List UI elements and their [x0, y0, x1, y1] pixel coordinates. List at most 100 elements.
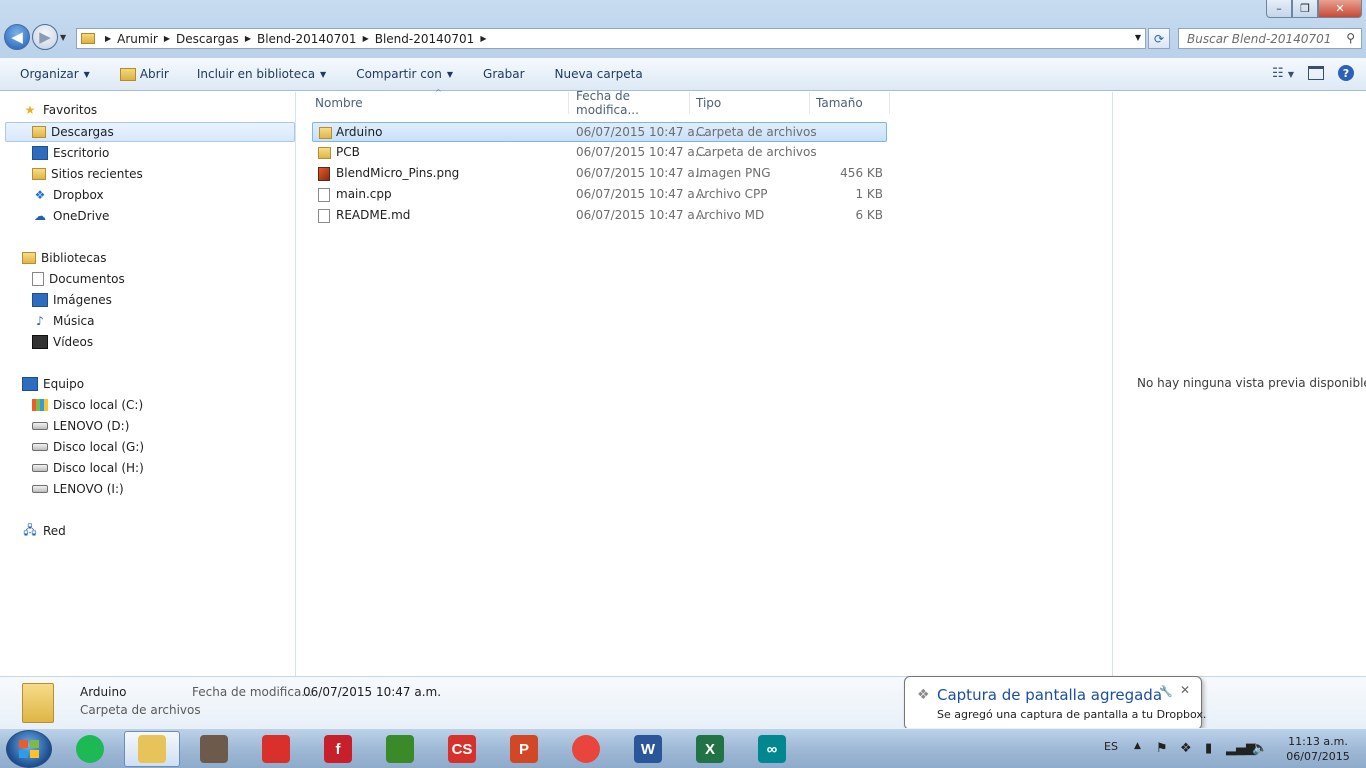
details-type: Carpeta de archivos: [80, 703, 201, 717]
sidebar-item-pictures[interactable]: Imágenes: [32, 290, 112, 310]
file-type: Carpeta de archivos: [696, 125, 817, 139]
clock[interactable]: 11:13 a.m. 06/07/2015: [1278, 734, 1358, 764]
music-icon: ♪: [36, 314, 44, 328]
show-hidden-icons-icon[interactable]: ▲: [1134, 741, 1141, 751]
sidebar-item-label: Música: [53, 314, 95, 328]
file-row-main-cpp[interactable]: main.cpp 06/07/2015 10:47 a... Archivo C…: [312, 185, 887, 205]
close-icon[interactable]: ✕: [1180, 683, 1190, 697]
battery-icon[interactable]: ▮: [1205, 741, 1212, 756]
breadcrumb-separator-icon[interactable]: ▶: [164, 34, 170, 43]
preview-pane-icon[interactable]: [1308, 66, 1324, 80]
open-button[interactable]: Abrir: [119, 67, 169, 81]
address-dropdown-icon[interactable]: ▼: [1135, 33, 1141, 42]
folder-icon: [319, 127, 332, 139]
file-name: BlendMicro_Pins.png: [336, 166, 460, 180]
sidebar-item-label: Disco local (H:): [53, 461, 144, 475]
dropbox-tray-icon[interactable]: ❖: [1180, 741, 1192, 756]
file-row-pcb[interactable]: PCB 06/07/2015 10:47 a... Carpeta de arc…: [312, 143, 887, 163]
language-indicator[interactable]: ES: [1104, 740, 1118, 753]
breadcrumb-separator-icon[interactable]: ▶: [245, 34, 251, 43]
videos-icon: [32, 335, 48, 349]
file-type: Carpeta de archivos: [696, 145, 817, 159]
sidebar-item-desktop[interactable]: Escritorio: [32, 143, 109, 163]
fritzing-taskbar-button[interactable]: f: [310, 731, 366, 767]
sidebar-item-drive-d[interactable]: LENOVO (D:): [32, 416, 129, 436]
action-center-flag-icon[interactable]: ⚑: [1156, 741, 1168, 756]
search-icon[interactable]: ⚲: [1346, 31, 1355, 45]
explorer-taskbar-button[interactable]: [124, 731, 180, 767]
back-button[interactable]: ◀: [4, 24, 30, 50]
sidebar-computer[interactable]: Equipo: [22, 374, 84, 394]
column-header-size[interactable]: Tamaño: [810, 92, 890, 114]
sidebar-libraries[interactable]: Bibliotecas: [22, 248, 106, 268]
volume-icon[interactable]: 🔈: [1252, 741, 1268, 756]
sidebar-item-downloads[interactable]: Descargas: [5, 122, 295, 142]
minimize-button[interactable]: –: [1266, 0, 1292, 18]
sidebar-item-drive-i[interactable]: LENOVO (I:): [32, 479, 124, 499]
breadcrumb-separator-icon[interactable]: ▶: [363, 34, 369, 43]
dropbox-notification[interactable]: ❖ Captura de pantalla agregada Se agregó…: [904, 676, 1206, 730]
gimp-taskbar-button[interactable]: [186, 731, 242, 767]
breadcrumb-separator-icon[interactable]: ▶: [105, 34, 111, 43]
recent-pages-dropdown-icon[interactable]: ▼: [60, 33, 66, 42]
onedrive-icon: ☁: [34, 209, 46, 223]
sidebar-item-videos[interactable]: Vídeos: [32, 332, 93, 352]
sidebar-item-documents[interactable]: Documentos: [32, 269, 125, 289]
share-with-button[interactable]: Compartir con ▼: [356, 67, 453, 81]
system-drive-icon: [32, 399, 48, 411]
spotify-taskbar-button[interactable]: [62, 731, 118, 767]
include-label: Incluir en biblioteca: [196, 67, 316, 81]
sidebar-item-drive-c[interactable]: Disco local (C:): [32, 395, 143, 415]
start-button[interactable]: [6, 730, 52, 768]
folder-open-icon: [119, 67, 136, 81]
sketchup-taskbar-button[interactable]: [248, 731, 304, 767]
chrome-taskbar-button[interactable]: [558, 731, 614, 767]
file-row-readme[interactable]: README.md 06/07/2015 10:47 a... Archivo …: [312, 206, 887, 226]
file-size: 1 KB: [855, 187, 883, 201]
file-row-blendmicro-pins[interactable]: BlendMicro_Pins.png 06/07/2015 10:47 a..…: [312, 164, 887, 184]
wrench-icon[interactable]: 🔧: [1159, 685, 1173, 698]
refresh-button[interactable]: ⟳: [1148, 28, 1170, 49]
folder-icon: [318, 147, 331, 159]
burn-button[interactable]: Grabar: [483, 67, 525, 81]
breadcrumb-item[interactable]: Arumir: [117, 32, 158, 46]
maximize-button[interactable]: ❐: [1292, 0, 1318, 18]
column-header-type[interactable]: Tipo: [690, 92, 810, 114]
column-header-name[interactable]: Nombre ^: [309, 88, 569, 114]
arduino-taskbar-button[interactable]: ∞: [744, 731, 800, 767]
organize-button[interactable]: Organizar ▼: [20, 67, 90, 81]
breadcrumb-item[interactable]: Blend-20140701: [257, 32, 357, 46]
spotify-icon: [76, 735, 104, 763]
address-bar[interactable]: ▶ Arumir ▶ Descargas ▶ Blend-20140701 ▶ …: [76, 28, 1146, 49]
file-row-arduino[interactable]: Arduino 06/07/2015 10:47 a... Carpeta de…: [312, 122, 887, 142]
view-options-icon[interactable]: ☷ ▼: [1272, 66, 1294, 81]
document-icon: [318, 188, 330, 202]
breadcrumb-separator-icon[interactable]: ▶: [480, 34, 486, 43]
close-button[interactable]: ✕: [1318, 0, 1362, 18]
word-taskbar-button[interactable]: W: [620, 731, 676, 767]
forward-button[interactable]: ▶: [32, 24, 58, 50]
recent-places-icon: [32, 168, 46, 180]
sidebar-item-music[interactable]: ♪ Música: [32, 311, 95, 331]
breadcrumb-item[interactable]: Descargas: [176, 32, 239, 46]
column-header-date[interactable]: Fecha de modifica...: [570, 89, 690, 117]
pcb-tool-taskbar-button[interactable]: [372, 731, 428, 767]
excel-taskbar-button[interactable]: X: [682, 731, 738, 767]
sidebar-item-recent-places[interactable]: Sitios recientes: [32, 164, 143, 184]
file-date: 06/07/2015 10:47 a...: [576, 125, 707, 139]
sidebar-favorites[interactable]: ★ Favoritos: [22, 100, 98, 120]
powerpoint-taskbar-button[interactable]: P: [496, 731, 552, 767]
sidebar-item-drive-g[interactable]: Disco local (G:): [32, 437, 144, 457]
eagle-icon: CS: [448, 735, 476, 763]
include-in-library-button[interactable]: Incluir en biblioteca ▼: [197, 67, 326, 81]
title-bar: – ❐ ✕ ◀ ▶ ▼ ▶ Arumir ▶ Descargas ▶ Blend…: [0, 0, 1366, 58]
new-folder-button[interactable]: Nueva carpeta: [555, 67, 643, 81]
sidebar-item-dropbox[interactable]: ❖ Dropbox: [32, 185, 104, 205]
breadcrumb-item[interactable]: Blend-20140701: [375, 32, 475, 46]
help-icon[interactable]: ?: [1338, 65, 1354, 81]
sidebar-network[interactable]: 🖧 Red: [22, 521, 66, 541]
sidebar-item-drive-h[interactable]: Disco local (H:): [32, 458, 144, 478]
eagle-taskbar-button[interactable]: CS: [434, 731, 490, 767]
sidebar-item-onedrive[interactable]: ☁ OneDrive: [32, 206, 109, 226]
search-input[interactable]: Buscar Blend-20140701 ⚲: [1178, 28, 1362, 49]
